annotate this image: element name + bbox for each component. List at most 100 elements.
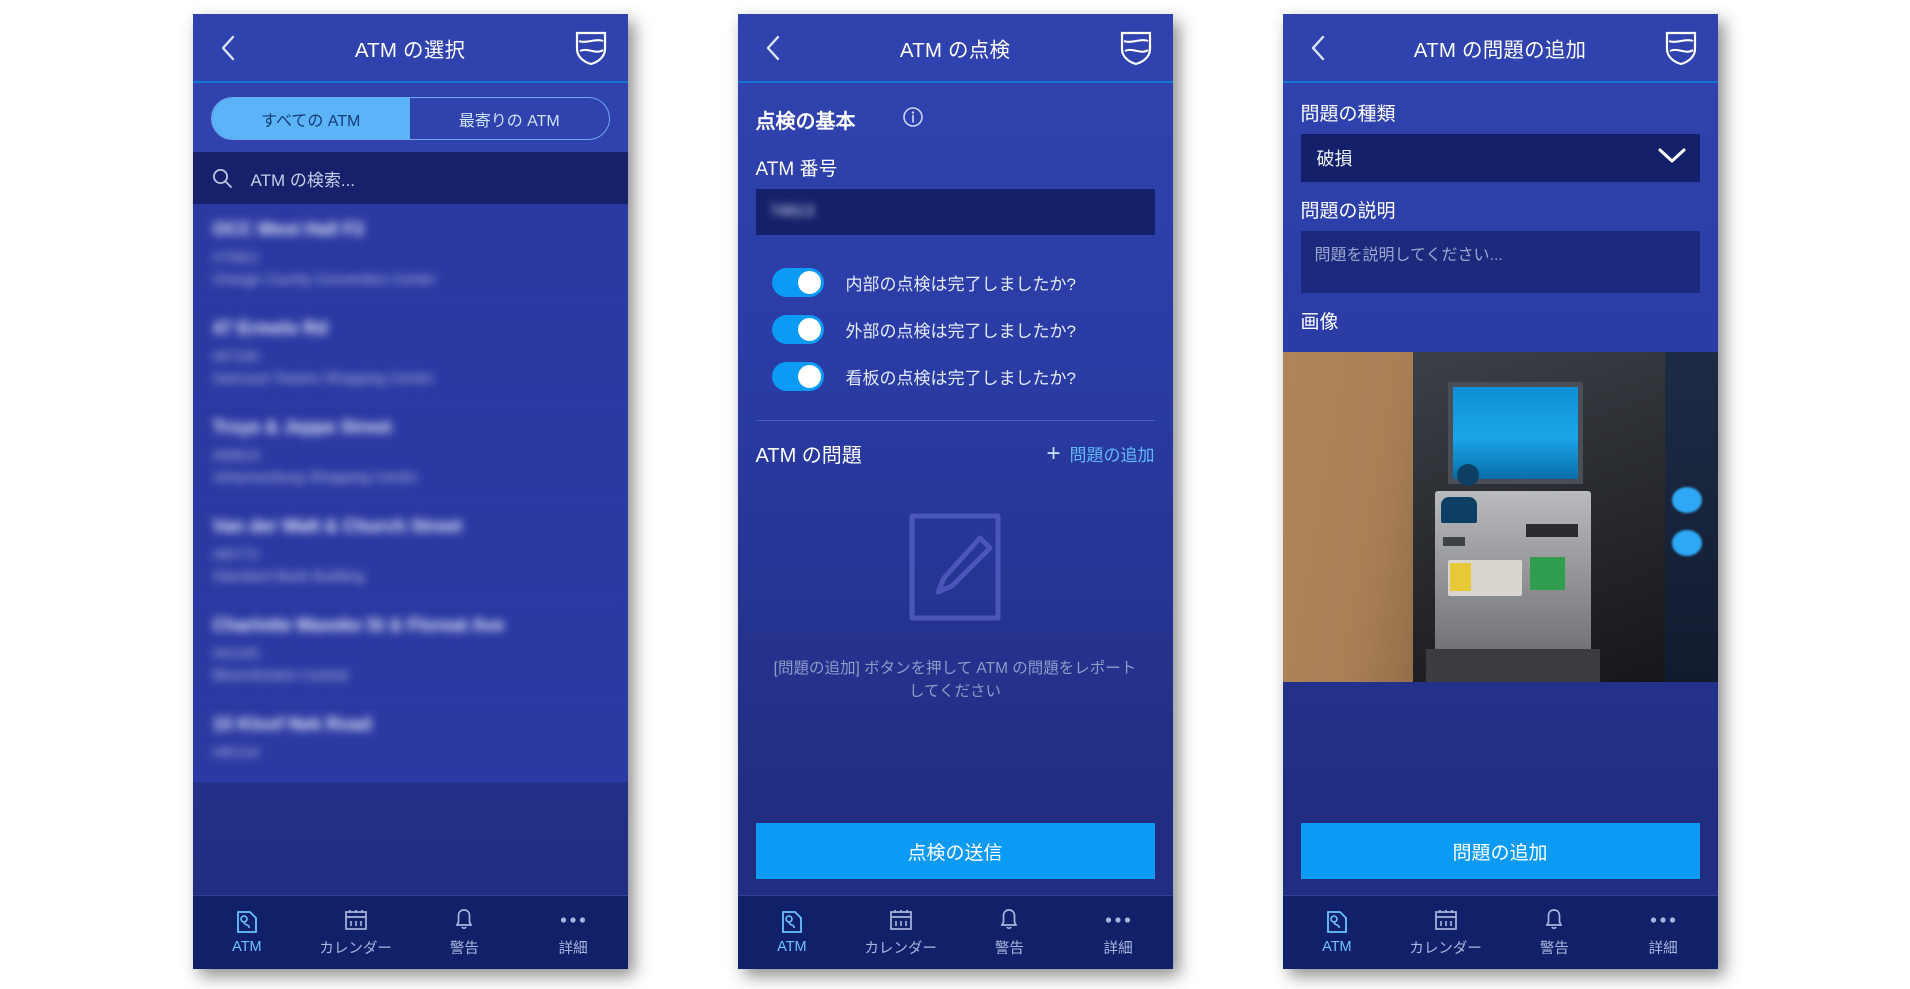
- tab-more[interactable]: 詳細: [1609, 896, 1718, 969]
- chevron-down-icon: [1658, 147, 1686, 170]
- photo-wall: [1282, 352, 1431, 682]
- atm-id: #87180: [212, 348, 260, 364]
- tab-alerts[interactable]: 警告: [410, 896, 519, 969]
- tab-atm[interactable]: ATM: [1283, 896, 1392, 969]
- more-icon: [1650, 908, 1676, 932]
- list-item[interactable]: 47 Ermelo Rd #87180 Sancourt Towers Shop…: [192, 303, 628, 402]
- atm-number-field[interactable]: 74813: [755, 189, 1155, 235]
- info-icon[interactable]: [902, 106, 924, 133]
- submit-wrapper-panel2: 点検の送信: [737, 823, 1173, 895]
- switch-label: 外部の点検は完了しましたか?: [845, 322, 1076, 341]
- segmented-control-atm-scope[interactable]: すべての ATM 最寄りの ATM: [210, 97, 610, 140]
- switch-row-internal[interactable]: 内部の点検は完了しましたか?: [738, 259, 1173, 306]
- note-pencil-icon: [904, 508, 1006, 631]
- tab-label: 警告: [449, 940, 479, 957]
- chevron-left-icon: [1311, 35, 1324, 60]
- photo-atm-logo: [1443, 536, 1466, 546]
- tab-label: 詳細: [1103, 940, 1133, 957]
- photo-green-panel: [1530, 556, 1566, 590]
- list-item[interactable]: Troye & Jeppe Street #68819 Johannesburg…: [192, 402, 628, 501]
- submit-inspection-button[interactable]: 点検の送信: [755, 823, 1155, 879]
- tab-calendar[interactable]: カレンダー: [301, 896, 410, 969]
- tab-more[interactable]: 詳細: [519, 896, 628, 969]
- back-button-panel2[interactable]: [758, 33, 788, 63]
- submit-wrapper-panel3: 問題の追加: [1282, 823, 1718, 895]
- atm-id: #68819: [212, 447, 260, 463]
- switch-row-signage[interactable]: 看板の点検は完了しましたか?: [738, 353, 1173, 400]
- navbar-panel3: ATM の問題の追加: [1282, 14, 1718, 83]
- list-item[interactable]: OCC West Hall F2 #73821 Orange County Co…: [192, 204, 628, 303]
- back-button-panel3[interactable]: [1303, 33, 1333, 63]
- atm-name: Van der Walt & Church Street: [212, 516, 462, 536]
- atm-name: 47 Ermelo Rd: [212, 318, 328, 338]
- inspection-basics-header: 点検の基本: [738, 83, 1173, 140]
- section-title: ATM の問題: [755, 445, 862, 467]
- problem-type-select[interactable]: 破損: [1300, 134, 1700, 182]
- toggle-internal-inspection[interactable]: [771, 268, 824, 297]
- bell-icon: [454, 908, 474, 932]
- more-icon: [560, 908, 586, 932]
- switch-row-external[interactable]: 外部の点検は完了しましたか?: [738, 306, 1173, 353]
- toggle-external-inspection[interactable]: [771, 315, 824, 344]
- page-title-panel1: ATM の選択: [354, 38, 466, 62]
- navbar-panel1: ATM の選択: [192, 14, 628, 83]
- tabbar-panel3: ATM カレンダー 警告 詳細: [1282, 895, 1718, 969]
- tabbar-panel1: ATM カレンダー 警告 詳細: [192, 895, 628, 969]
- atm-problems-header: ATM の問題 + 問題の追加: [738, 421, 1173, 478]
- toggle-signage-inspection[interactable]: [771, 362, 824, 391]
- atm-location: Standard Bank Building: [212, 569, 365, 585]
- atm-list: OCC West Hall F2 #73821 Orange County Co…: [192, 204, 628, 782]
- calendar-icon: [344, 908, 368, 932]
- tab-alerts[interactable]: 警告: [955, 896, 1064, 969]
- problem-description-input[interactable]: 問題を説明してください...: [1300, 231, 1700, 293]
- tab-alerts[interactable]: 警告: [1500, 896, 1609, 969]
- atm-location: Sancourt Towers Shopping Centre: [212, 371, 434, 387]
- add-problem-submit-button[interactable]: 問題の追加: [1300, 823, 1700, 879]
- phone-atm-inspection: ATM の点検 点検の基本 ATM 番号 74813 内部の点検は完了しましたか…: [737, 14, 1173, 969]
- tab-label: 詳細: [558, 940, 588, 957]
- phone-atm-selection: ATM の選択 すべての ATM 最寄りの ATM ATM の検索... OCC…: [192, 14, 628, 969]
- tab-label: カレンダー: [864, 940, 937, 957]
- switch-label: 看板の点検は完了しましたか?: [845, 369, 1076, 388]
- tab-calendar[interactable]: カレンダー: [846, 896, 955, 969]
- tab-atm[interactable]: ATM: [193, 896, 302, 969]
- atm-id: #85144: [212, 744, 260, 760]
- segment-nearest-atms[interactable]: 最寄りの ATM: [410, 98, 609, 139]
- problems-empty-state: [問題の追加] ボタンを押して ATM の問題をレポートしてください: [738, 478, 1173, 714]
- atm-name: Troye & Jeppe Street: [212, 417, 392, 437]
- photo-right-panel: [1665, 352, 1718, 682]
- atm-name: Charlotte Maxeke St & Floreat Ave: [212, 615, 505, 635]
- tab-atm[interactable]: ATM: [738, 896, 847, 969]
- tab-label: 警告: [1539, 940, 1569, 957]
- atm-icon: [781, 910, 803, 934]
- atm-photo[interactable]: [1282, 352, 1718, 682]
- problem-description-label: 問題の説明: [1300, 201, 1396, 222]
- tab-more[interactable]: 詳細: [1064, 896, 1173, 969]
- tab-calendar[interactable]: カレンダー: [1391, 896, 1500, 969]
- problem-type-label: 問題の種類: [1300, 104, 1396, 125]
- calendar-icon: [1434, 908, 1458, 932]
- back-button-panel1[interactable]: [213, 33, 243, 63]
- phone-add-atm-problem: ATM の問題の追加 問題の種類 破損 問題の説明 問題を説明してください...…: [1282, 14, 1718, 969]
- standard-bank-shield-icon: [574, 30, 608, 66]
- search-bar[interactable]: ATM の検索...: [192, 152, 628, 204]
- standard-bank-shield-icon: [1119, 30, 1153, 66]
- atm-icon: [1326, 910, 1348, 934]
- body-panel3: 問題の種類 破損 問題の説明 問題を説明してください... 画像: [1282, 83, 1718, 823]
- tab-label: カレンダー: [319, 940, 392, 957]
- list-item[interactable]: Charlotte Maxeke St & Floreat Ave #61035…: [192, 600, 628, 699]
- tab-label: ATM: [777, 939, 807, 955]
- atm-id: #80772: [212, 546, 260, 562]
- tab-label: 警告: [994, 940, 1024, 957]
- photo-screen-figure-body: [1441, 497, 1478, 524]
- body-panel2: 点検の基本 ATM 番号 74813 内部の点検は完了しましたか? 外部の点検は…: [737, 83, 1173, 823]
- problem-type-value: 破損: [1316, 149, 1353, 169]
- list-item[interactable]: Van der Walt & Church Street #80772 Stan…: [192, 501, 628, 600]
- list-item[interactable]: 15 Kloof Nek Road #85144: [192, 699, 628, 782]
- search-input[interactable]: ATM の検索...: [251, 166, 356, 191]
- photo-keypad-yellow: [1449, 563, 1472, 591]
- segment-all-atms[interactable]: すべての ATM: [211, 98, 410, 139]
- atm-name: OCC West Hall F2: [212, 219, 365, 239]
- atm-id: #73821: [212, 249, 260, 265]
- add-problem-button[interactable]: + 問題の追加: [1046, 441, 1154, 466]
